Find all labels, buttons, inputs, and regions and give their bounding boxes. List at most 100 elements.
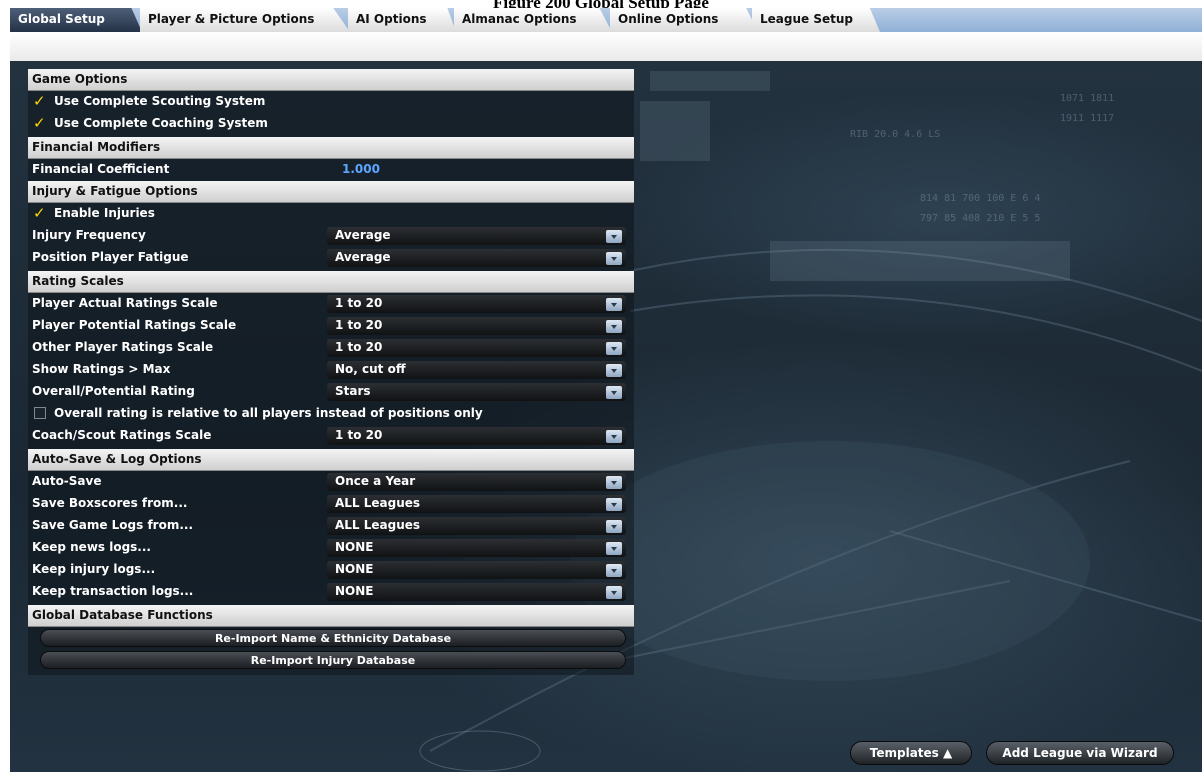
tab-global-setup[interactable]: Global Setup (10, 8, 142, 32)
save-boxscores-label: Save Boxscores from... (32, 496, 188, 510)
global-setup-panel: Game Options ✓ Use Complete Scouting Sys… (28, 69, 634, 675)
section-global-database: Global Database Functions (28, 605, 634, 627)
section-title: Injury & Fatigue Options (32, 184, 198, 198)
dropdown-arrow-icon[interactable] (606, 586, 622, 599)
coaching-label: Use Complete Coaching System (54, 116, 268, 130)
tab-league-setup[interactable]: League Setup (752, 8, 880, 32)
svg-text:1911 1117: 1911 1117 (1060, 113, 1114, 124)
section-title: Global Database Functions (32, 608, 213, 622)
save-boxscores-select[interactable]: ALL Leagues (327, 495, 626, 513)
section-title: Auto-Save & Log Options (32, 452, 202, 466)
news-logs-label: Keep news logs... (32, 540, 151, 554)
tab-bar: Global Setup Player & Picture Options AI… (10, 8, 1202, 32)
overall-potential-label: Overall/Potential Rating (32, 384, 195, 398)
save-game-logs-label: Save Game Logs from... (32, 518, 194, 532)
svg-text:RIB 20.0 4.6 LS: RIB 20.0 4.6 LS (850, 129, 940, 140)
checkmark-icon[interactable]: ✓ (33, 205, 47, 221)
figure-caption: Figure 200 Global Setup Page (0, 0, 1202, 8)
content-area: RIB 20.0 4.6 LS 814 81 700 100 E 6 4 797… (10, 61, 1202, 772)
templates-button[interactable]: Templates ▲ (850, 741, 972, 765)
actual-ratings-select[interactable]: 1 to 20 (327, 295, 626, 313)
overall-potential-row: Overall/Potential Rating Stars (28, 381, 634, 403)
dropdown-arrow-icon[interactable] (606, 564, 622, 577)
injury-frequency-select[interactable]: Average (327, 227, 626, 245)
section-title: Rating Scales (32, 274, 124, 288)
select-value: 1 to 20 (335, 428, 383, 442)
section-game-options: Game Options (28, 69, 634, 91)
injury-logs-select[interactable]: NONE (327, 561, 626, 579)
tab-ai-options[interactable]: AI Options (348, 8, 456, 32)
coach-scout-ratings-row: Coach/Scout Ratings Scale 1 to 20 (28, 425, 634, 447)
add-league-wizard-button[interactable]: Add League via Wizard (986, 741, 1174, 765)
reimport-injury-button[interactable]: Re-Import Injury Database (40, 651, 626, 669)
news-logs-select[interactable]: NONE (327, 539, 626, 557)
coaching-checkbox-row[interactable]: ✓ Use Complete Coaching System (28, 113, 634, 135)
tab-player-picture-options[interactable]: Player & Picture Options (140, 8, 350, 32)
coach-scout-ratings-select[interactable]: 1 to 20 (327, 427, 626, 445)
save-game-logs-select[interactable]: ALL Leagues (327, 517, 626, 535)
dropdown-arrow-icon[interactable] (606, 364, 622, 377)
other-ratings-select[interactable]: 1 to 20 (327, 339, 626, 357)
select-value: No, cut off (335, 362, 406, 376)
checkmark-icon[interactable]: ✓ (33, 93, 47, 109)
svg-text:814 81 700 100 E 6 4: 814 81 700 100 E 6 4 (920, 193, 1040, 204)
financial-coefficient-value[interactable]: 1.000 (342, 162, 380, 176)
player-fatigue-select[interactable]: Average (327, 249, 626, 267)
coach-scout-ratings-label: Coach/Scout Ratings Scale (32, 428, 212, 442)
dropdown-arrow-icon[interactable] (606, 252, 622, 265)
select-value: Average (335, 228, 391, 242)
autosave-row: Auto-Save Once a Year (28, 471, 634, 493)
dropdown-arrow-icon[interactable] (606, 386, 622, 399)
save-game-logs-row: Save Game Logs from... ALL Leagues (28, 515, 634, 537)
scouting-checkbox-row[interactable]: ✓ Use Complete Scouting System (28, 91, 634, 113)
tab-online-options[interactable]: Online Options (610, 8, 758, 32)
svg-text:797 85 408 210 E 5 5: 797 85 408 210 E 5 5 (920, 213, 1040, 224)
potential-ratings-select[interactable]: 1 to 20 (327, 317, 626, 335)
show-ratings-max-label: Show Ratings > Max (32, 362, 171, 376)
toolbar-strip (10, 32, 1202, 62)
injury-logs-label: Keep injury logs... (32, 562, 156, 576)
enable-injuries-row[interactable]: ✓ Enable Injuries (28, 203, 634, 225)
select-value: 1 to 20 (335, 340, 383, 354)
dropdown-arrow-icon[interactable] (606, 476, 622, 489)
relative-rating-checkbox-row[interactable]: Overall rating is relative to all player… (28, 403, 634, 425)
overall-potential-select[interactable]: Stars (327, 383, 626, 401)
section-rating-scales: Rating Scales (28, 271, 634, 293)
transaction-logs-label: Keep transaction logs... (32, 584, 194, 598)
transaction-logs-select[interactable]: NONE (327, 583, 626, 601)
select-value: Stars (335, 384, 371, 398)
dropdown-arrow-icon[interactable] (606, 430, 622, 443)
save-boxscores-row: Save Boxscores from... ALL Leagues (28, 493, 634, 515)
svg-text:1071 1811: 1071 1811 (1060, 93, 1114, 104)
select-value: NONE (335, 562, 374, 576)
select-value: 1 to 20 (335, 296, 383, 310)
financial-coefficient-row: Financial Coefficient 1.000 (28, 159, 634, 181)
show-ratings-max-select[interactable]: No, cut off (327, 361, 626, 379)
dropdown-arrow-icon[interactable] (606, 498, 622, 511)
section-title: Game Options (32, 72, 128, 86)
select-value: 1 to 20 (335, 318, 383, 332)
injury-frequency-row: Injury Frequency Average (28, 225, 634, 247)
select-value: ALL Leagues (335, 518, 421, 532)
dropdown-arrow-icon[interactable] (606, 298, 622, 311)
dropdown-arrow-icon[interactable] (606, 320, 622, 333)
select-value: Once a Year (335, 474, 416, 488)
section-injury-fatigue: Injury & Fatigue Options (28, 181, 634, 203)
section-autosave-log: Auto-Save & Log Options (28, 449, 634, 471)
select-value: ALL Leagues (335, 496, 421, 510)
autosave-select[interactable]: Once a Year (327, 473, 626, 491)
checkmark-icon[interactable]: ✓ (33, 115, 47, 131)
select-value: NONE (335, 584, 374, 598)
tab-almanac-options[interactable]: Almanac Options (454, 8, 612, 32)
potential-ratings-row: Player Potential Ratings Scale 1 to 20 (28, 315, 634, 337)
dropdown-arrow-icon[interactable] (606, 520, 622, 533)
dropdown-arrow-icon[interactable] (606, 342, 622, 355)
dropdown-arrow-icon[interactable] (606, 230, 622, 243)
enable-injuries-label: Enable Injuries (54, 206, 155, 220)
news-logs-row: Keep news logs... NONE (28, 537, 634, 559)
reimport-names-button[interactable]: Re-Import Name & Ethnicity Database (40, 629, 626, 647)
autosave-label: Auto-Save (32, 474, 102, 488)
unchecked-box-icon[interactable] (34, 407, 46, 419)
dropdown-arrow-icon[interactable] (606, 542, 622, 555)
section-financial-modifiers: Financial Modifiers (28, 137, 634, 159)
